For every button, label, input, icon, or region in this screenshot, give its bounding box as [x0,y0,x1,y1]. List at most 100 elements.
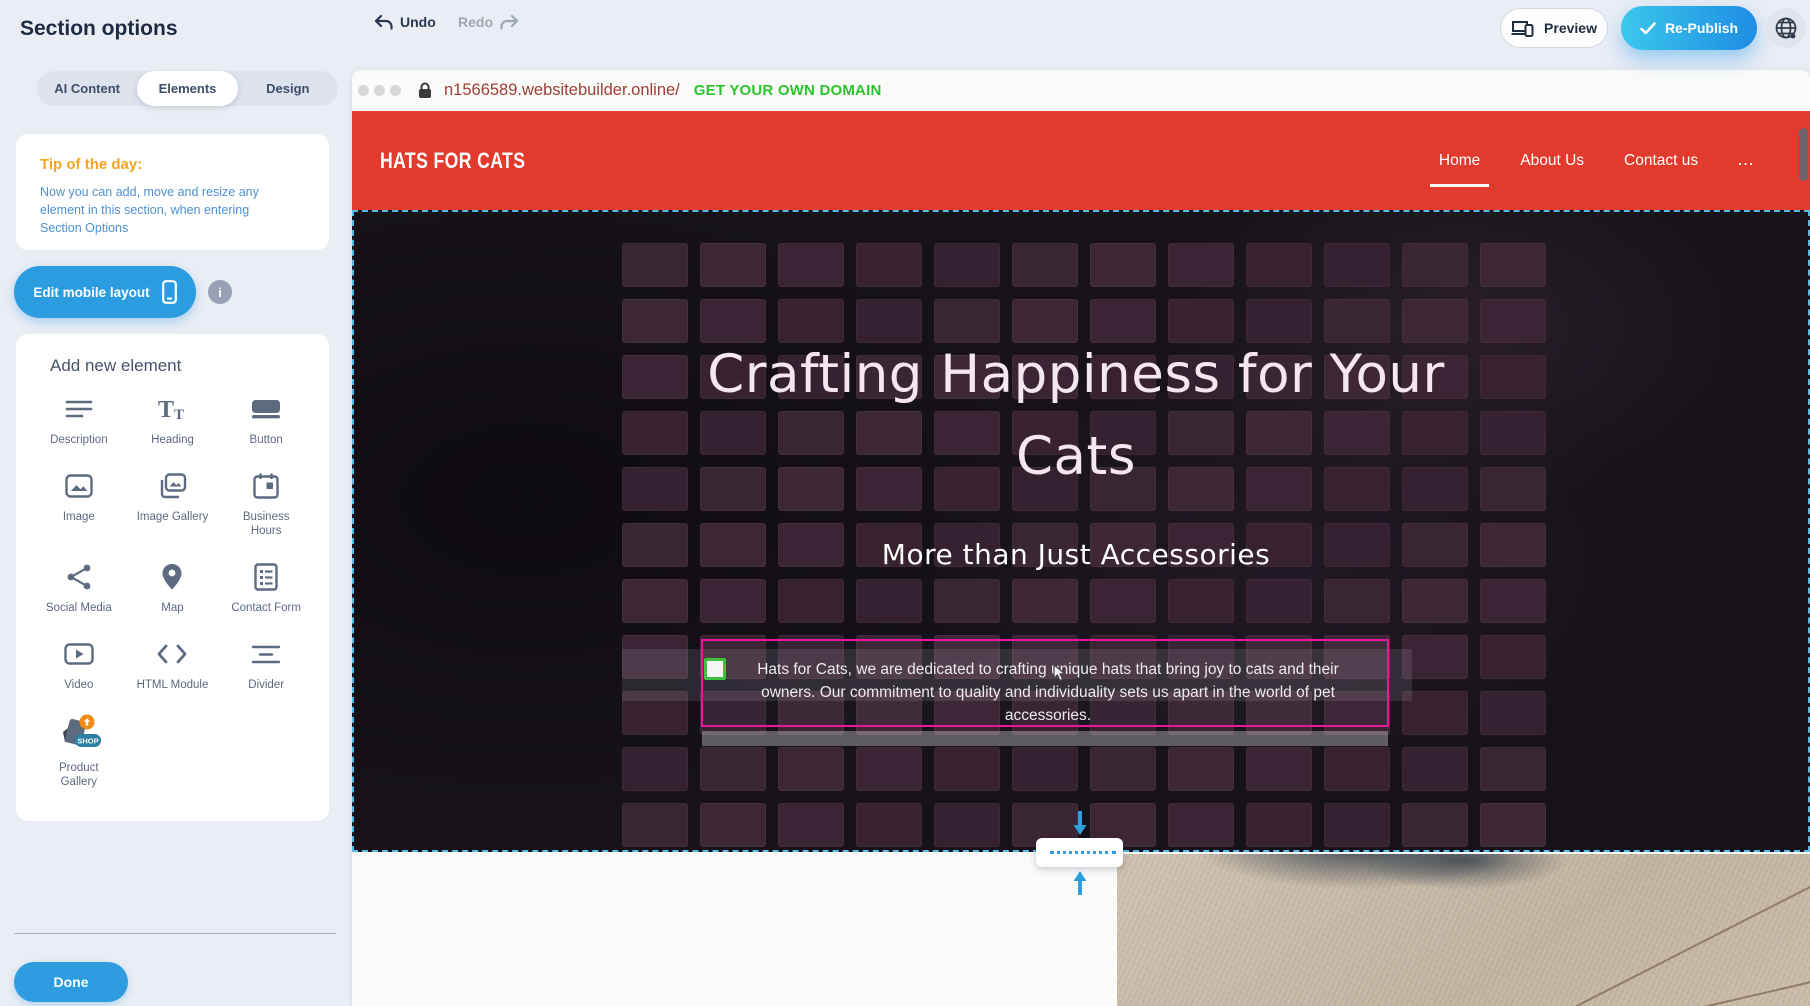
hero-tile [1324,243,1390,287]
preview-button[interactable]: Preview [1500,8,1608,48]
hero-tile [1246,803,1312,847]
hero-tile [1168,579,1234,623]
hero-tile [1324,803,1390,847]
nav-item-contact-us[interactable]: Contact us [1624,152,1698,170]
tab-elements[interactable]: Elements [137,71,237,106]
browser-window-dots [358,85,401,96]
hero-tile [1012,243,1078,287]
get-your-own-domain-link[interactable]: GET YOUR OWN DOMAIN [694,82,882,99]
lock-icon [418,82,432,99]
hero-paragraph[interactable]: Hats for Cats, we are dedicated to craft… [703,641,1387,727]
element-button[interactable]: Button [219,392,313,447]
arrow-up-icon [1072,869,1088,895]
sidebar-divider [14,933,336,934]
element-drag-strip[interactable] [702,731,1388,746]
tab-ai-content[interactable]: AI Content [37,71,137,106]
element-grid: Description TT Heading Button Image [32,392,313,789]
element-divider[interactable]: Divider [219,637,313,692]
redo-button[interactable]: Redo [458,14,519,30]
hero-tile [700,803,766,847]
element-map[interactable]: Map [126,560,220,615]
hero-tile [1168,243,1234,287]
image-gallery-icon [157,469,187,503]
resize-corner-handle[interactable] [704,658,726,680]
button-icon [251,392,281,426]
republish-button[interactable]: Re-Publish [1621,6,1757,50]
hero-tile [622,803,688,847]
hero-tile [1480,243,1546,287]
info-icon[interactable]: i [208,280,232,304]
hero-background [354,212,1808,850]
hero-tile [856,579,922,623]
hero-tile [856,243,922,287]
mouse-cursor [1053,664,1068,682]
product-gallery-icon: SHOP [53,714,105,754]
element-image[interactable]: Image [32,469,126,538]
hero-tile [1246,579,1312,623]
site-preview-window: n1566589.websitebuilder.online/ GET YOUR… [352,70,1810,1006]
svg-text:T: T [158,397,174,422]
tip-heading: Tip of the day: [40,156,305,173]
hero-tile [1090,747,1156,791]
hero-tile [1090,243,1156,287]
hero-tile [1402,747,1468,791]
hero-tile [1090,579,1156,623]
element-html-module[interactable]: HTML Module [126,637,220,692]
hero-tile [1480,803,1546,847]
hero-tile [1480,747,1546,791]
dotted-line [1050,851,1116,854]
hero-heading[interactable]: Crafting Happiness for Your Cats [354,334,1798,498]
hero-tile [1168,803,1234,847]
nav-item-more[interactable]: ... [1738,153,1755,168]
heading-icon: TT [156,392,188,426]
hero-tile [622,747,688,791]
tab-design[interactable]: Design [238,71,338,106]
resize-handle-box[interactable] [1036,838,1123,867]
element-description[interactable]: Description [32,392,126,447]
language-globe-button[interactable] [1766,8,1806,48]
section-resize-handle[interactable] [1032,811,1127,903]
hero-tile [856,747,922,791]
add-new-element-title: Add new element [50,356,313,376]
hero-tile [1324,747,1390,791]
element-contact-form[interactable]: Contact Form [219,560,313,615]
hero-tile [934,747,1000,791]
hero-tile [934,579,1000,623]
hero-tile [622,579,688,623]
hero-subheading[interactable]: More than Just Accessories [354,538,1798,571]
svg-text:T: T [174,407,184,422]
element-business-hours[interactable]: Business Hours [219,469,313,538]
share-icon [65,560,93,594]
nav-item-home[interactable]: Home [1439,152,1480,170]
done-button[interactable]: Done [14,962,128,1002]
hero-tile [778,579,844,623]
text-lines-icon [63,392,95,426]
hero-tile [1246,243,1312,287]
element-video[interactable]: Video [32,637,126,692]
hero-section-selected[interactable]: Crafting Happiness for Your Cats More th… [352,210,1810,852]
element-product-gallery[interactable]: SHOP Product Gallery [32,714,126,789]
hero-tile [1168,747,1234,791]
nav-item-about-us[interactable]: About Us [1520,152,1584,170]
hero-tile [1480,635,1546,679]
edit-mobile-layout-label: Edit mobile layout [33,285,149,300]
site-url[interactable]: n1566589.websitebuilder.online/ [444,81,680,100]
site-logo[interactable]: HATS FOR CATS [380,148,525,174]
element-social-media[interactable]: Social Media [32,560,126,615]
undo-button[interactable]: Undo [374,14,436,30]
sidebar-tab-bar: AI Content Elements Design [37,71,338,106]
calendar-icon [253,469,279,503]
map-pin-icon [161,560,183,594]
pavement-seam [1565,861,1810,1006]
element-heading[interactable]: TT Heading [126,392,220,447]
section-options-sidebar: Section options AI Content Elements Desi… [0,0,349,1006]
hero-tile [778,243,844,287]
arrow-down-icon [1072,811,1088,837]
edit-mobile-layout-button[interactable]: Edit mobile layout [14,266,196,318]
selected-text-element[interactable]: Hats for Cats, we are dedicated to craft… [701,639,1389,727]
shop-badge: SHOP [77,737,98,746]
preview-scrollbar-thumb[interactable] [1799,128,1808,181]
element-image-gallery[interactable]: Image Gallery [126,469,220,538]
code-icon [156,637,188,671]
hero-tile [1246,747,1312,791]
